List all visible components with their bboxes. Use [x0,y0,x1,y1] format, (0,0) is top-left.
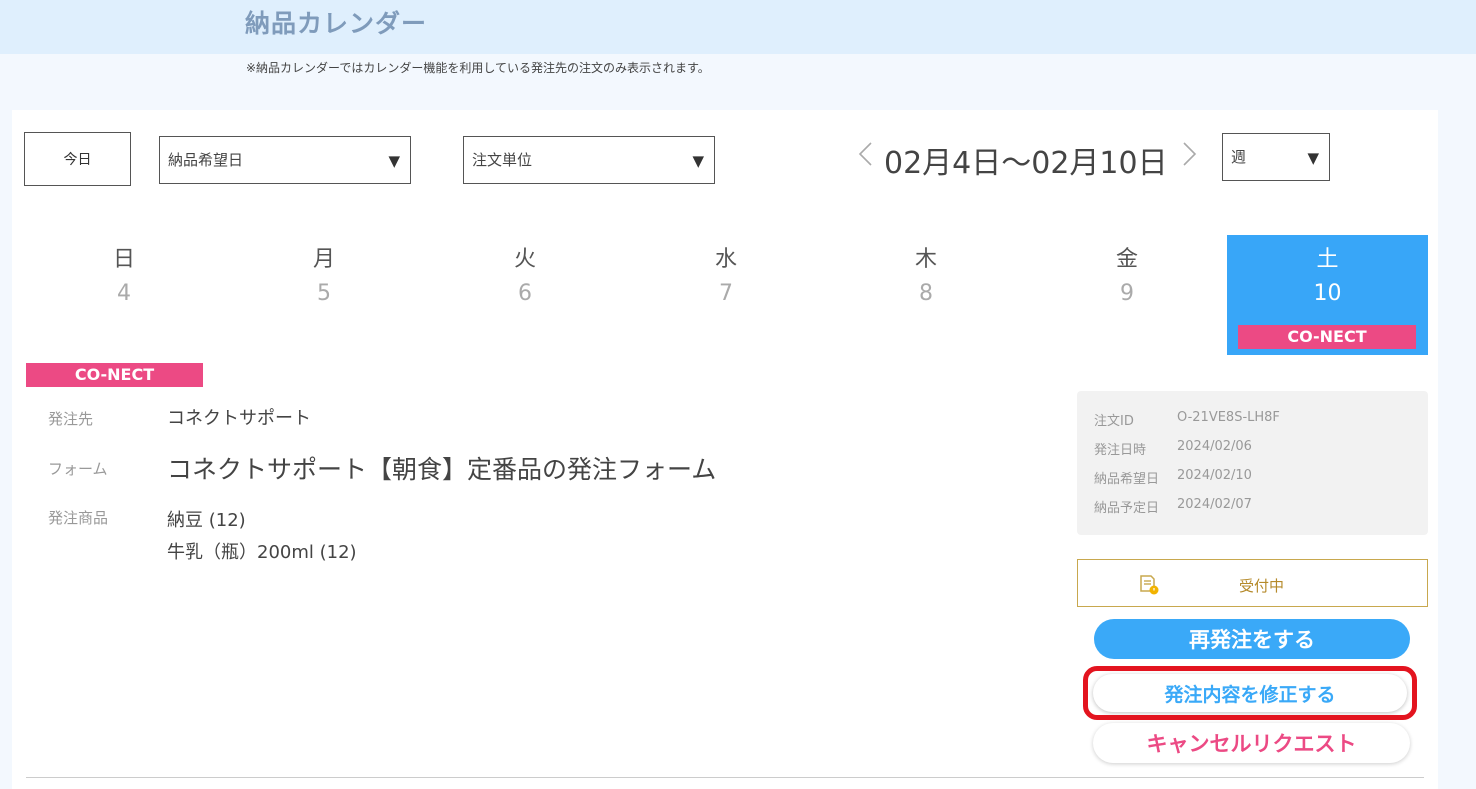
dropdown-arrow-icon: ▼ [388,152,400,170]
day-number: 8 [919,281,933,306]
day-name: 月 [312,247,335,272]
day-number: 9 [1120,281,1134,306]
day-name: 木 [914,247,937,272]
date-type-select[interactable]: 納品希望日 ▼ [159,136,411,184]
header-band [0,0,1476,54]
day-name: 金 [1115,247,1138,272]
meta-value: 2024/02/06 [1177,439,1252,454]
status-text: 受付中 [1239,577,1285,595]
day-number: 7 [719,281,733,306]
meta-key: 納品希望日 [1094,472,1160,487]
today-button[interactable]: 今日 [24,132,131,186]
day-cell-wed[interactable]: 水 7 [626,235,826,355]
chevron-left-icon[interactable] [856,140,874,175]
day-name: 土 [1316,247,1339,272]
meta-key: 発注日時 [1094,443,1147,458]
day-cell-sat-selected[interactable]: 土 10 CO-NECT [1227,235,1428,355]
supplier-tag: CO-NECT [1238,325,1416,349]
page-title: 納品カレンダー [245,9,428,38]
status-badge: 受付中 [1077,559,1428,607]
period-select[interactable]: 週 ▼ [1222,133,1330,181]
meta-key: 納品予定日 [1094,501,1160,516]
day-cell-mon[interactable]: 月 5 [224,235,424,355]
supplier-name: コネクトサポート [167,408,311,429]
day-cell-sun[interactable]: 日 4 [24,235,224,355]
chevron-right-icon[interactable] [1181,140,1199,175]
day-cell-tue[interactable]: 火 6 [425,235,625,355]
highlight-box [1083,666,1417,720]
order-supplier-tag: CO-NECT [26,363,203,387]
dropdown-arrow-icon: ▼ [1307,149,1319,167]
day-number: 5 [317,281,331,306]
date-range-label: 02月4日～02月10日 [884,146,1168,181]
form-label: フォーム [48,460,108,478]
day-cell-fri[interactable]: 金 9 [1027,235,1227,355]
meta-value: 2024/02/07 [1177,497,1252,512]
meta-value: O-21VE8S-LH8F [1177,410,1280,425]
divider [26,777,1424,778]
dropdown-arrow-icon: ▼ [692,152,704,170]
cancel-request-button[interactable]: キャンセルリクエスト [1093,723,1410,763]
day-cell-thu[interactable]: 木 8 [826,235,1026,355]
unit-select-value: 注文単位 [472,151,533,169]
day-name: 水 [714,247,737,272]
form-name: コネクトサポート【朝食】定番品の発注フォーム [167,455,717,484]
day-number: 10 [1313,281,1342,306]
unit-select[interactable]: 注文単位 ▼ [463,136,715,184]
period-select-value: 週 [1231,148,1247,166]
day-number: 4 [117,281,131,306]
document-clock-icon [1138,574,1159,595]
order-item: 牛乳（瓶）200ml (12) [167,542,357,563]
meta-value: 2024/02/10 [1177,468,1252,483]
day-number: 6 [518,281,532,306]
items-label: 発注商品 [48,509,109,527]
page-note: ※納品カレンダーではカレンダー機能を利用している発注先の注文のみ表示されます。 [246,61,710,75]
date-type-select-value: 納品希望日 [168,151,244,169]
supplier-label: 発注先 [48,410,94,428]
reorder-button[interactable]: 再発注をする [1094,619,1410,659]
order-meta-box: 注文ID O-21VE8S-LH8F 発注日時 2024/02/06 納品希望日… [1077,391,1428,535]
day-name: 日 [112,247,135,272]
order-item: 納豆 (12) [167,510,246,531]
meta-key: 注文ID [1094,414,1134,429]
day-name: 火 [513,247,536,272]
